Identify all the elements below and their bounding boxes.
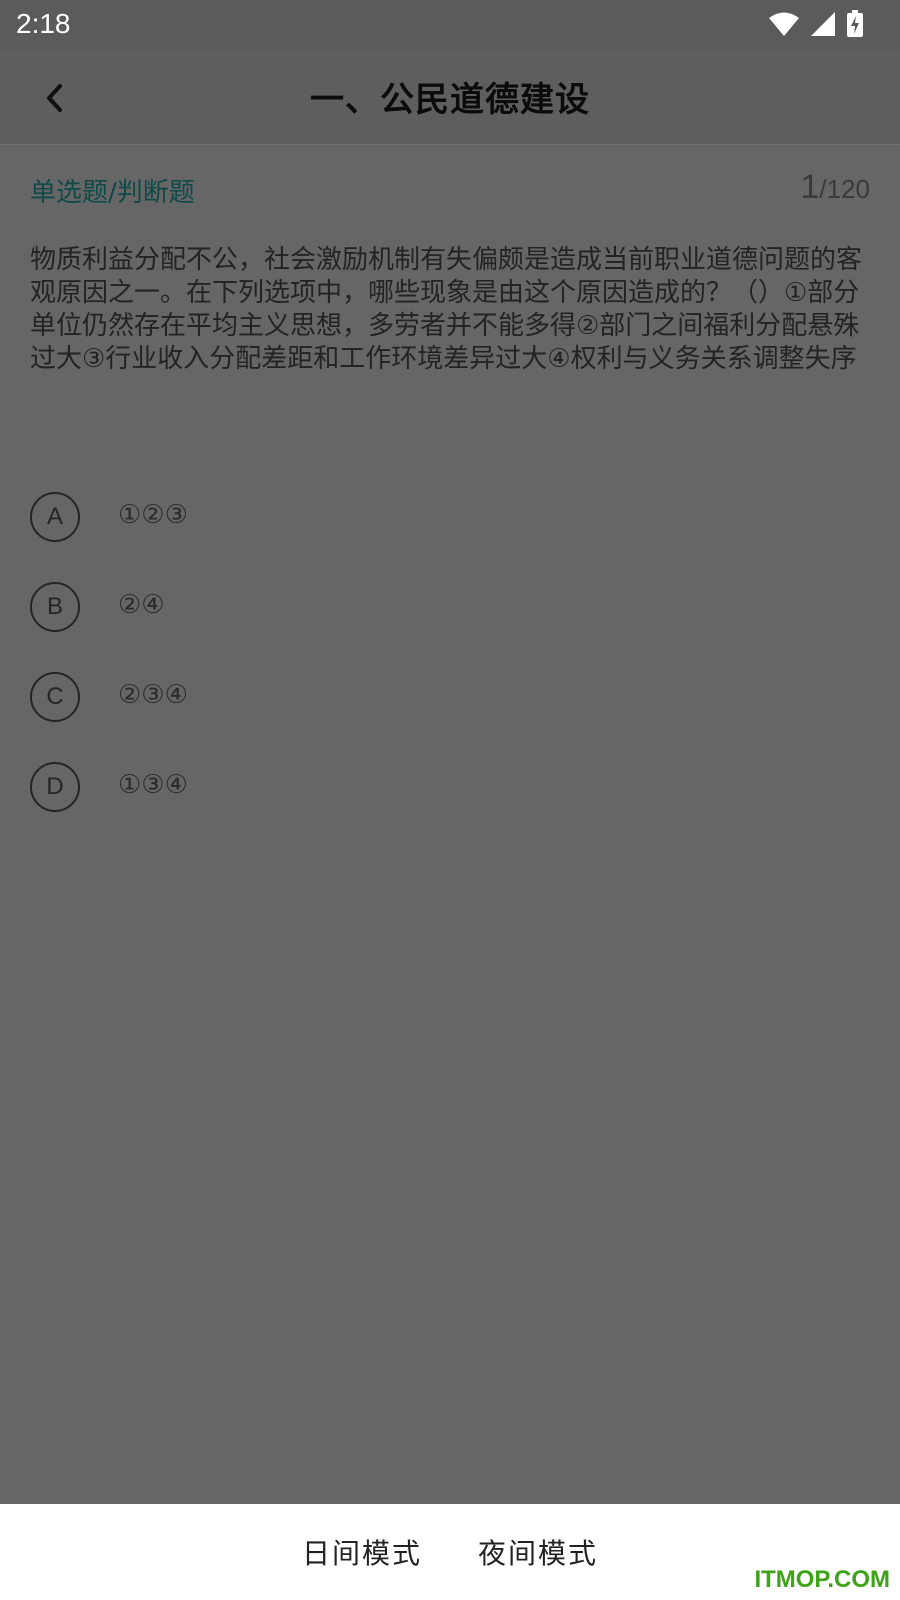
status-icons [768,10,864,38]
option-text: ①③④ [118,770,188,800]
question-progress: 1/120 [800,168,870,207]
option-letter: A [30,492,80,542]
signal-icon [811,12,835,36]
question-meta: 单选题/判断题 1/120 [30,168,870,212]
option-a[interactable]: A ①②③ [30,492,430,542]
option-letter: D [30,762,80,812]
option-d[interactable]: D ①③④ [30,762,430,812]
question-text: 物质利益分配不公，社会激励机制有失偏颇是造成当前职业道德问题的客观原因之一。在下… [30,245,863,374]
option-text: ②③④ [118,680,188,710]
night-mode-button[interactable]: 夜间模式 [478,1532,598,1572]
option-letter: B [30,582,80,632]
status-bar: 2:18 [0,0,900,50]
battery-charging-icon [847,10,863,37]
option-b[interactable]: B ②④ [30,582,430,632]
option-text: ①②③ [118,500,188,530]
option-letter: C [30,672,80,722]
watermark: ITMOP.COM [754,1566,890,1593]
option-text: ②④ [118,590,165,620]
question-type-label: 单选题/判断题 [30,178,195,208]
progress-current: 1 [800,168,820,206]
app-header: 一、公民道德建设 [0,50,900,145]
wifi-icon [769,12,799,36]
progress-total: /120 [819,174,870,204]
mode-bottom-sheet: 日间模式 夜间模式 ITMOP.COM [0,1504,900,1600]
day-mode-button[interactable]: 日间模式 [302,1532,422,1572]
option-c[interactable]: C ②③④ [30,672,430,722]
status-time: 2:18 [16,8,71,39]
page-title: 一、公民道德建设 [310,80,590,120]
